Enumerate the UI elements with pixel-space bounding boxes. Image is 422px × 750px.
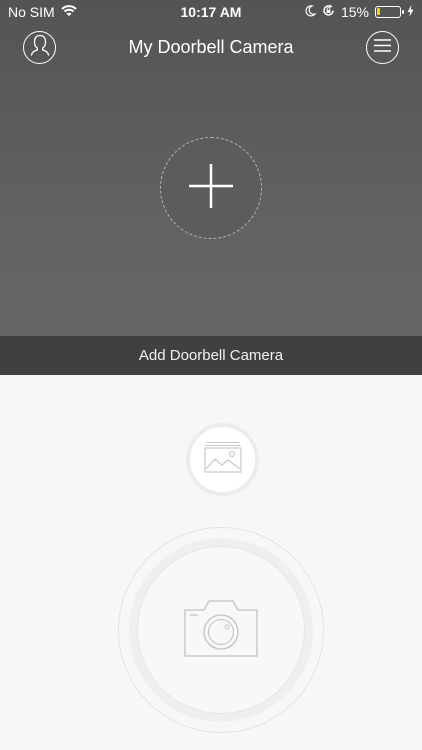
- app-header: My Doorbell Camera: [0, 28, 422, 68]
- shutter-button[interactable]: [137, 546, 305, 714]
- camera-icon: [184, 599, 258, 662]
- plus-icon: [188, 163, 234, 214]
- battery-icon: [375, 6, 404, 18]
- gallery-button[interactable]: [186, 423, 259, 496]
- add-camera-button[interactable]: [160, 137, 262, 239]
- battery-percent: 15%: [340, 4, 369, 20]
- gallery-icon: [203, 441, 242, 478]
- page-title: My Doorbell Camera: [128, 37, 294, 57]
- battery-level-fill: [377, 8, 380, 15]
- moon-icon: [305, 4, 317, 20]
- charging-bolt-icon: [407, 4, 414, 20]
- status-bar: No SIM 10:17 AM 15%: [0, 0, 422, 24]
- add-doorbell-camera-label[interactable]: Add Doorbell Camera: [0, 336, 422, 375]
- rotation-lock-icon: [322, 4, 335, 20]
- menu-button[interactable]: [366, 31, 399, 64]
- menu-icon: [374, 38, 391, 57]
